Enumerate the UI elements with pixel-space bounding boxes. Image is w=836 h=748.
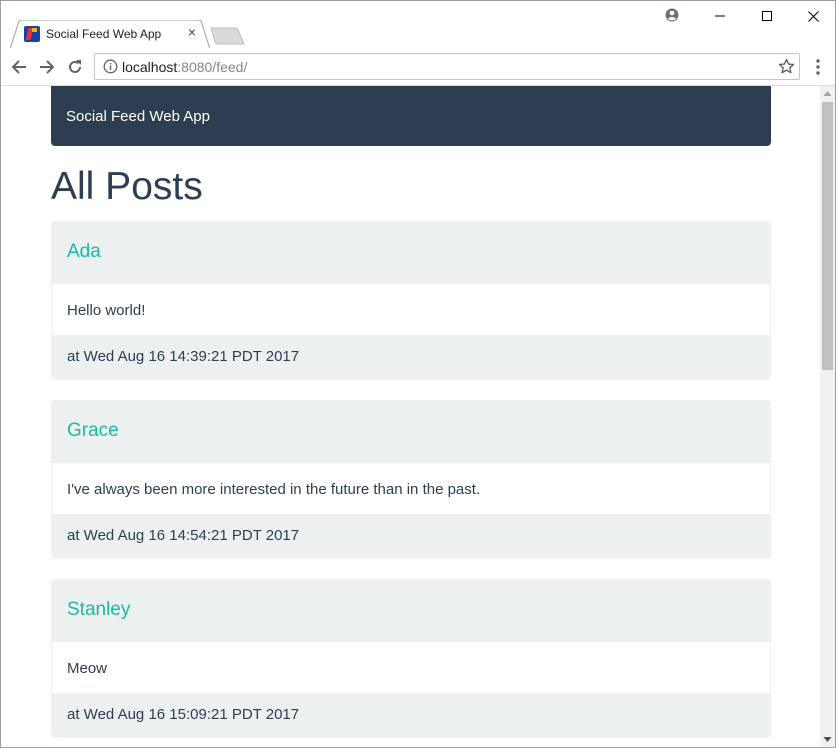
new-tab-button[interactable] — [210, 27, 246, 45]
tab-social-feed[interactable]: Social Feed Web App × — [10, 20, 210, 49]
info-icon[interactable] — [103, 59, 118, 74]
url-text: localhost:8080/feed/ — [122, 59, 247, 75]
vertical-scrollbar[interactable] — [820, 86, 835, 747]
maximize-button[interactable] — [744, 1, 790, 31]
forward-arrow-icon — [40, 60, 55, 74]
scroll-down-arrow-icon[interactable] — [823, 736, 832, 743]
post-author: Stanley — [67, 599, 131, 620]
reload-button[interactable] — [64, 56, 86, 78]
tab-strip: Social Feed Web App × — [1, 1, 835, 49]
browser-toolbar: localhost:8080/feed/ — [1, 48, 835, 86]
url-path: :8080/feed/ — [177, 59, 248, 75]
close-icon — [807, 10, 819, 22]
post-list: Ada Hello world! at Wed Aug 16 14:39:21 … — [51, 221, 771, 737]
scrollbar-thumb[interactable] — [822, 102, 833, 370]
post-panel: Stanley Meow at Wed Aug 16 15:09:21 PDT … — [51, 579, 771, 737]
post-timestamp: at Wed Aug 16 14:54:21 PDT 2017 — [67, 527, 300, 544]
page-title: All Posts — [51, 165, 203, 208]
post-footer: at Wed Aug 16 14:54:21 PDT 2017 — [52, 514, 770, 557]
browser-window: Social Feed Web App × localhost:8080/fee… — [0, 0, 836, 748]
back-arrow-icon — [11, 60, 26, 74]
post-text: I've always been more interested in the … — [67, 481, 481, 498]
minimize-icon — [715, 15, 725, 17]
post-body: Hello world! — [52, 284, 770, 335]
post-body: I've always been more interested in the … — [52, 463, 770, 514]
reload-icon — [69, 60, 81, 73]
post-heading: Ada — [52, 222, 770, 284]
maximize-icon — [762, 11, 772, 21]
post-footer: at Wed Aug 16 15:09:21 PDT 2017 — [52, 693, 770, 736]
app-favicon-icon — [24, 26, 40, 42]
profile-icon[interactable] — [665, 8, 679, 22]
scroll-up-arrow-icon[interactable] — [823, 90, 832, 97]
close-window-button[interactable] — [790, 1, 835, 31]
navbar-brand[interactable]: Social Feed Web App — [66, 108, 210, 125]
post-heading: Stanley — [52, 580, 770, 642]
post-body: Meow — [52, 642, 770, 693]
tab-close-icon[interactable]: × — [185, 25, 199, 39]
post-panel: Ada Hello world! at Wed Aug 16 14:39:21 … — [51, 221, 771, 379]
post-text: Meow — [67, 660, 108, 677]
navbar: Social Feed Web App — [51, 86, 771, 146]
post-timestamp: at Wed Aug 16 15:09:21 PDT 2017 — [67, 706, 300, 723]
post-heading: Grace — [52, 401, 770, 463]
page-container: Social Feed Web App All Posts Ada Hello … — [51, 86, 771, 747]
post-footer: at Wed Aug 16 14:39:21 PDT 2017 — [52, 335, 770, 378]
post-timestamp: at Wed Aug 16 14:39:21 PDT 2017 — [67, 348, 300, 365]
menu-kebab-icon[interactable] — [813, 57, 823, 77]
post-panel: Grace I've always been more interested i… — [51, 400, 771, 558]
back-button[interactable] — [8, 56, 30, 78]
tab-title: Social Feed Web App — [46, 27, 162, 41]
minimize-button[interactable] — [697, 1, 743, 31]
post-author: Grace — [67, 420, 119, 441]
post-text: Hello world! — [67, 302, 146, 319]
post-author: Ada — [67, 241, 101, 262]
url-host: localhost — [122, 59, 178, 75]
star-icon[interactable] — [778, 58, 795, 75]
address-bar[interactable]: localhost:8080/feed/ — [94, 53, 800, 80]
page-viewport: Social Feed Web App All Posts Ada Hello … — [1, 86, 820, 747]
forward-button[interactable] — [36, 56, 58, 78]
